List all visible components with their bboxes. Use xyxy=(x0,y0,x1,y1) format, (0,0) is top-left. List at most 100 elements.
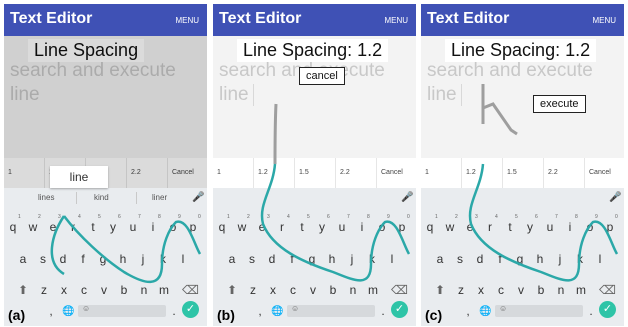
mic-icon[interactable]: 🎤 xyxy=(401,192,413,203)
key-r[interactable]: r xyxy=(275,220,289,234)
key-u[interactable]: u xyxy=(126,220,140,234)
suggestion-2[interactable]: kind xyxy=(94,193,109,202)
backspace-icon[interactable]: ⌫ xyxy=(599,283,616,297)
key-e[interactable]: e xyxy=(255,220,269,234)
key-m[interactable]: m xyxy=(366,283,380,297)
key-a[interactable]: a xyxy=(433,252,447,266)
space-key[interactable] xyxy=(495,305,583,317)
key-l[interactable]: l xyxy=(385,252,399,266)
enter-icon[interactable]: ✓ xyxy=(599,301,616,318)
key-g[interactable]: g xyxy=(513,252,527,266)
key-q[interactable]: q xyxy=(423,220,437,234)
key-y[interactable]: y xyxy=(315,220,329,234)
key-t[interactable]: t xyxy=(295,220,309,234)
key-l[interactable]: l xyxy=(176,252,190,266)
key-j[interactable]: j xyxy=(136,252,150,266)
key-j[interactable]: j xyxy=(553,252,567,266)
key-t[interactable]: t xyxy=(503,220,517,234)
key-p[interactable]: p xyxy=(395,220,409,234)
key-z[interactable]: z xyxy=(246,283,260,297)
key-e[interactable]: e xyxy=(463,220,477,234)
key-g[interactable]: g xyxy=(305,252,319,266)
key-w[interactable]: w xyxy=(235,220,249,234)
key-h[interactable]: h xyxy=(533,252,547,266)
key-b[interactable]: b xyxy=(117,283,131,297)
key-n[interactable]: n xyxy=(346,283,360,297)
shift-icon[interactable]: ⬆ xyxy=(435,283,445,297)
option-2-2[interactable]: 2.2 xyxy=(544,158,585,188)
key-g[interactable]: g xyxy=(96,252,110,266)
option-2-2[interactable]: 2.2 xyxy=(336,158,377,188)
key-a[interactable]: a xyxy=(16,252,30,266)
key-k[interactable]: k xyxy=(573,252,587,266)
key-f[interactable]: f xyxy=(76,252,90,266)
key-o[interactable]: o xyxy=(166,220,180,234)
option-cancel[interactable]: Cancel xyxy=(377,158,416,188)
option-1[interactable]: 1 xyxy=(213,158,254,188)
key-q[interactable]: q xyxy=(215,220,229,234)
key-i[interactable]: i xyxy=(563,220,577,234)
key-s[interactable]: s xyxy=(453,252,467,266)
space-key[interactable] xyxy=(287,305,375,317)
key-q[interactable]: q xyxy=(6,220,20,234)
key-h[interactable]: h xyxy=(116,252,130,266)
key-i[interactable]: i xyxy=(146,220,160,234)
key-d[interactable]: d xyxy=(265,252,279,266)
key-r[interactable]: r xyxy=(66,220,80,234)
key-l[interactable]: l xyxy=(593,252,607,266)
menu-button[interactable]: MENU xyxy=(384,16,408,25)
globe-icon[interactable]: 🌐 xyxy=(271,306,283,317)
shift-icon[interactable]: ⬆ xyxy=(18,283,28,297)
option-1-5[interactable]: 1.5 xyxy=(503,158,544,188)
key-w[interactable]: w xyxy=(443,220,457,234)
key-x[interactable]: x xyxy=(266,283,280,297)
key-k[interactable]: k xyxy=(365,252,379,266)
key-b[interactable]: b xyxy=(534,283,548,297)
key-s[interactable]: s xyxy=(36,252,50,266)
key-f[interactable]: f xyxy=(285,252,299,266)
emoji-icon[interactable]: ☺ xyxy=(291,304,299,313)
key-p[interactable]: p xyxy=(603,220,617,234)
menu-button[interactable]: MENU xyxy=(592,16,616,25)
key-u[interactable]: u xyxy=(543,220,557,234)
key-w[interactable]: w xyxy=(26,220,40,234)
menu-button[interactable]: MENU xyxy=(175,16,199,25)
key-v[interactable]: v xyxy=(97,283,111,297)
space-key[interactable] xyxy=(78,305,166,317)
globe-icon[interactable]: 🌐 xyxy=(479,306,491,317)
key-x[interactable]: x xyxy=(57,283,71,297)
key-n[interactable]: n xyxy=(137,283,151,297)
key-t[interactable]: t xyxy=(86,220,100,234)
key-y[interactable]: y xyxy=(106,220,120,234)
key-i[interactable]: i xyxy=(355,220,369,234)
emoji-icon[interactable]: ☺ xyxy=(82,304,90,313)
key-m[interactable]: m xyxy=(157,283,171,297)
comma-key[interactable]: , xyxy=(44,304,58,318)
key-b[interactable]: b xyxy=(326,283,340,297)
emoji-icon[interactable]: ☺ xyxy=(499,304,507,313)
key-o[interactable]: o xyxy=(583,220,597,234)
period-key[interactable]: . xyxy=(376,304,390,318)
key-v[interactable]: v xyxy=(514,283,528,297)
key-s[interactable]: s xyxy=(245,252,259,266)
key-k[interactable]: k xyxy=(156,252,170,266)
option-1-5[interactable]: 1.5 xyxy=(295,158,336,188)
backspace-icon[interactable]: ⌫ xyxy=(391,283,408,297)
suggestion-1[interactable]: lines xyxy=(38,193,54,202)
comma-key[interactable]: , xyxy=(461,304,475,318)
key-d[interactable]: d xyxy=(473,252,487,266)
backspace-icon[interactable]: ⌫ xyxy=(182,283,199,297)
key-n[interactable]: n xyxy=(554,283,568,297)
option-cancel[interactable]: Cancel xyxy=(585,158,624,188)
period-key[interactable]: . xyxy=(167,304,181,318)
key-f[interactable]: f xyxy=(493,252,507,266)
period-key[interactable]: . xyxy=(584,304,598,318)
key-m[interactable]: m xyxy=(574,283,588,297)
key-c[interactable]: c xyxy=(77,283,91,297)
shift-icon[interactable]: ⬆ xyxy=(227,283,237,297)
key-p[interactable]: p xyxy=(186,220,200,234)
mic-icon[interactable]: 🎤 xyxy=(609,192,621,203)
key-r[interactable]: r xyxy=(483,220,497,234)
key-h[interactable]: h xyxy=(325,252,339,266)
key-j[interactable]: j xyxy=(345,252,359,266)
